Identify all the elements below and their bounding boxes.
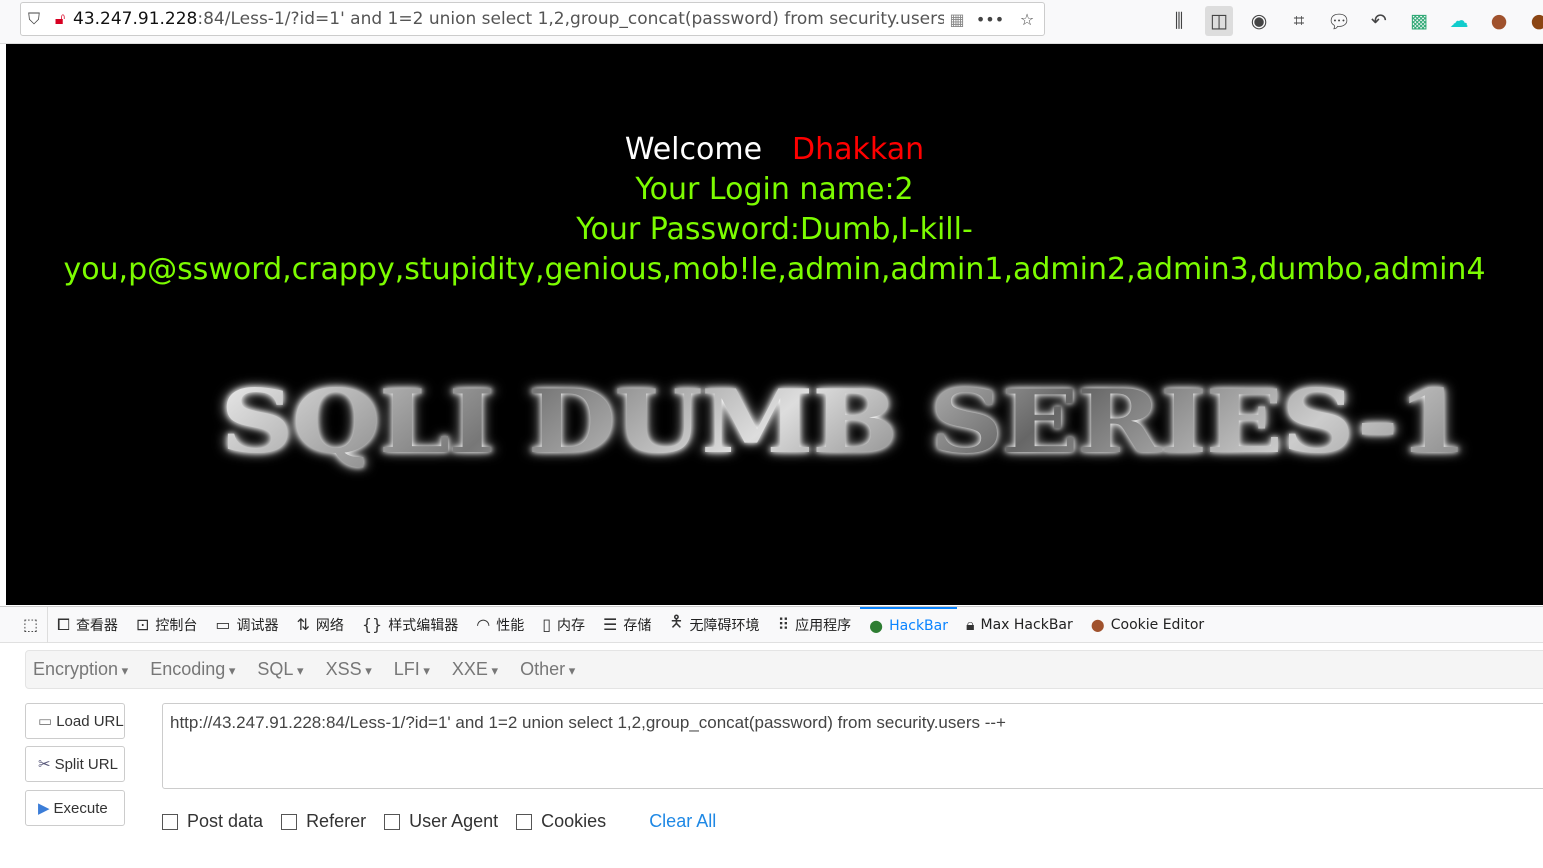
undo-icon[interactable]: ↶ (1365, 6, 1393, 36)
tab-cookie-editor[interactable]: ● Cookie Editor (1082, 607, 1213, 643)
storage-icon: ☰ (603, 615, 618, 634)
tab-performance[interactable]: ◠ 性能 (467, 607, 533, 643)
scissors-icon: ✂ (38, 756, 51, 773)
banner-logo: SQLI DUMB SERIES-1 (220, 371, 1468, 473)
hackbar-options: Post data Referer User Agent Cookies Cle… (162, 811, 716, 832)
tab-style-editor[interactable]: {} 样式编辑器 (353, 607, 467, 643)
account-icon[interactable]: ◉ (1245, 6, 1273, 36)
grid-icon: ⠿ (777, 615, 790, 634)
element-picker[interactable]: ⬚ (14, 606, 49, 643)
split-url-button[interactable]: ✂ Split URL (25, 746, 125, 782)
extension-icon[interactable]: ▩ (1405, 6, 1433, 36)
sidebar-icon[interactable]: ◫ (1205, 6, 1233, 36)
tab-hackbar[interactable]: ● HackBar (860, 606, 957, 643)
login-name: Your Login name:2 (635, 172, 914, 207)
password-line-2: you,p@ssword,crappy,stupidity,genious,mo… (63, 252, 1486, 287)
username: Dhakkan (792, 132, 925, 167)
menu-other[interactable]: Other (520, 659, 575, 680)
tab-accessibility[interactable]: 🯅 无障碍环境 (660, 607, 768, 643)
menu-sql[interactable]: SQL (257, 659, 303, 680)
qr-code-icon[interactable]: ▦ (944, 10, 970, 29)
tab-console[interactable]: ⊡ 控制台 (127, 607, 206, 643)
menu-encoding[interactable]: Encoding (150, 659, 235, 680)
play-icon: ▶ (38, 800, 50, 817)
referer-checkbox[interactable]: Referer (281, 811, 366, 832)
page-content: Welcome Dhakkan Your Login name:2 Your Pa… (6, 44, 1543, 605)
load-url-button[interactable]: ▭ Load URL (25, 703, 125, 739)
menu-lfi[interactable]: LFI (394, 659, 430, 680)
post-data-checkbox[interactable]: Post data (162, 811, 263, 832)
tab-network[interactable]: ⇅ 网络 (287, 607, 352, 643)
debugger-icon: ▭ (215, 615, 231, 634)
cookies-checkbox[interactable]: Cookies (516, 811, 606, 832)
clear-all-link[interactable]: Clear All (649, 811, 716, 832)
tab-debugger[interactable]: ▭ 调试器 (206, 607, 287, 643)
welcome-line: Welcome Dhakkan (624, 132, 925, 167)
console-icon: ⊡ (135, 615, 150, 634)
tab-max-hackbar[interactable]: 🔒︎ Max HackBar (957, 607, 1082, 643)
menu-xss[interactable]: XSS (326, 659, 372, 680)
hackbar-icon: ● (869, 616, 884, 635)
password-line-1: Your Password:Dumb,I-kill- (576, 212, 973, 247)
library-icon[interactable]: ⫼ (1165, 6, 1193, 36)
browser-toolbar: ⛉ 🔓︎ 43.247.91.228:84/Less-1/?id=1' and … (0, 0, 1543, 44)
url-text[interactable]: 43.247.91.228:84/Less-1/?id=1' and 1=2 u… (73, 9, 944, 29)
tab-storage[interactable]: ☰ 存储 (594, 607, 660, 643)
load-icon: ▭ (38, 713, 53, 730)
user-agent-checkbox[interactable]: User Agent (384, 811, 498, 832)
lock-icon: 🔒︎ (966, 614, 975, 634)
braces-icon: {} (361, 615, 383, 634)
address-bar[interactable]: ⛉ 🔓︎ 43.247.91.228:84/Less-1/?id=1' and … (20, 2, 1045, 36)
shield-icon[interactable]: ⛉ (21, 9, 47, 29)
execute-button[interactable]: ▶ Execute (25, 790, 125, 826)
gauge-icon: ◠ (476, 615, 491, 634)
menu-encryption[interactable]: Encryption (33, 659, 128, 680)
cookie-icon-2[interactable]: ● (1525, 6, 1543, 36)
inspector-icon: ⧠ (57, 614, 70, 634)
hackbar-menu: Encryption Encoding SQL XSS LFI XXE Othe… (25, 650, 1543, 689)
insecure-lock-icon[interactable]: 🔓︎ (47, 9, 73, 29)
menu-xxe[interactable]: XXE (452, 659, 498, 680)
tab-inspector[interactable]: ⧠ 查看器 (48, 607, 127, 643)
tab-memory[interactable]: ▯ 内存 (533, 607, 594, 643)
network-icon: ⇅ (296, 615, 310, 634)
more-icon[interactable]: ••• (970, 10, 1010, 29)
cookie-icon: ● (1090, 615, 1105, 634)
url-input[interactable]: http://43.247.91.228:84/Less-1/?id=1' an… (162, 703, 1543, 789)
bookmark-star-icon[interactable]: ☆ (1010, 10, 1044, 29)
chat-icon[interactable]: 💬︎ (1325, 6, 1353, 36)
chip-icon: ▯ (542, 615, 552, 634)
devtools-tabs: ⬚ ⧠ 查看器 ⊡ 控制台 ▭ 调试器 ⇅ 网络 {} 样式编辑器 ◠ 性能 ▯ 内存 ☰ 存储… (0, 606, 1543, 643)
cloud-icon[interactable]: ☁ (1445, 6, 1473, 36)
accessibility-icon: 🯅 (669, 612, 684, 631)
cookie-icon[interactable]: ● (1485, 6, 1513, 36)
toolbar-icons: ⫼ ◫ ◉ ⌗ 💬︎ ↶ ▩ ☁ ● ● (1165, 6, 1543, 36)
crop-icon[interactable]: ⌗ (1285, 6, 1313, 36)
picker-icon: ⬚ (23, 615, 39, 634)
tab-application[interactable]: ⠿ 应用程序 (768, 607, 860, 643)
